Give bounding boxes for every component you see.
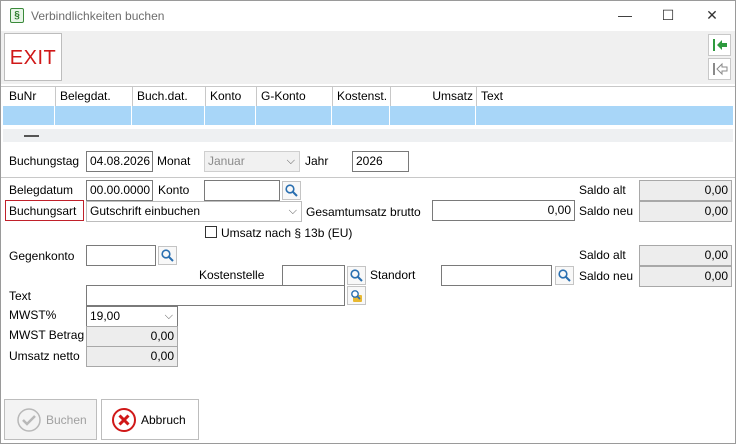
grid-cell <box>205 106 256 125</box>
col-buchdat[interactable]: Buch.dat. <box>133 87 206 107</box>
grid-selected-row[interactable] <box>3 106 733 125</box>
mwst-value: 19,00 <box>90 309 121 323</box>
mwst-betrag-label: MWST Betrag <box>9 328 85 342</box>
gegenkonto-input[interactable] <box>86 245 156 266</box>
buchungstag-label: Buchungstag <box>9 154 80 168</box>
gesamtumsatz-input[interactable]: 0,00 <box>432 200 575 221</box>
minimize-button[interactable]: — <box>603 1 647 30</box>
kostenstelle-input[interactable] <box>282 265 345 286</box>
app-icon: § <box>10 8 24 23</box>
umsatz13b-checkbox[interactable] <box>205 226 217 238</box>
mwst-betrag-value: 0,00 <box>86 326 178 347</box>
search-icon <box>558 269 571 282</box>
standort-input[interactable] <box>441 265 552 286</box>
umsatz-netto-label: Umsatz netto <box>9 349 80 363</box>
grid-header: BuNr Belegdat. Buch.dat. Konto G-Konto K… <box>1 86 735 107</box>
col-umsatz[interactable]: Umsatz <box>391 87 477 107</box>
buchen-label: Buchen <box>46 412 87 427</box>
col-text[interactable]: Text <box>477 87 735 107</box>
monat-select[interactable]: Januar ⌵ <box>204 151 300 172</box>
saldo-alt-2-value: 0,00 <box>639 245 732 266</box>
konto-label: Konto <box>158 183 190 197</box>
mwst-label: MWST% <box>9 308 57 322</box>
col-gkonto[interactable]: G-Konto <box>257 87 333 107</box>
grid-cell <box>256 106 332 125</box>
saldo-alt-2-label: Saldo alt <box>579 248 626 262</box>
search-icon <box>350 269 363 282</box>
abbruch-button[interactable]: Abbruch <box>101 399 199 440</box>
col-belegdat[interactable]: Belegdat. <box>56 87 133 107</box>
buchen-button[interactable]: Buchen <box>4 399 97 440</box>
standort-label: Standort <box>370 268 416 282</box>
grid-cell <box>132 106 205 125</box>
text-label: Text <box>9 289 32 303</box>
cancel-icon <box>112 407 136 432</box>
search-folder-icon <box>350 289 362 302</box>
abbruch-label: Abbruch <box>141 412 186 427</box>
grip-icon <box>24 135 39 137</box>
gesamtumsatz-label: Gesamtumsatz brutto <box>306 205 421 219</box>
buchungstag-input[interactable]: 04.08.2026 <box>86 151 153 172</box>
standort-search-button[interactable] <box>555 266 574 285</box>
gegenkonto-search-button[interactable] <box>158 246 177 265</box>
grid-cell <box>55 106 132 125</box>
grid-cell <box>390 106 476 125</box>
konto-search-button[interactable] <box>282 181 301 200</box>
arrow-left-outline-icon <box>712 62 727 76</box>
toolbar <box>1 31 735 84</box>
belegdatum-input[interactable]: 00.00.0000 <box>86 180 153 201</box>
gegenkonto-label: Gegenkonto <box>9 249 75 263</box>
check-icon <box>17 407 41 432</box>
jahr-label: Jahr <box>305 154 329 168</box>
maximize-button[interactable]: ☐ <box>646 1 690 30</box>
mwst-select[interactable]: 19,00 ⌵ <box>86 306 178 327</box>
umsatz13b-label: Umsatz nach § 13b (EU) <box>221 226 353 240</box>
chevron-down-icon: ⌵ <box>164 310 173 322</box>
saldo-neu-value: 0,00 <box>639 201 732 222</box>
splitter-handle[interactable] <box>3 129 733 142</box>
window-title: Verbindlichkeiten buchen <box>31 9 165 23</box>
text-input[interactable] <box>86 285 345 306</box>
kostenstelle-label: Kostenstelle <box>199 268 265 282</box>
monat-value: Januar <box>208 154 245 168</box>
jahr-input[interactable]: 2026 <box>352 151 409 172</box>
search-icon <box>161 249 174 262</box>
kostenstelle-search-button[interactable] <box>347 266 366 285</box>
text-lookup-button[interactable] <box>347 286 366 305</box>
buchungsart-select[interactable]: Gutschrift einbuchen ⌵ <box>86 201 302 222</box>
saldo-neu-2-label: Saldo neu <box>579 269 634 283</box>
saldo-neu-label: Saldo neu <box>579 204 634 218</box>
nav-prev-button[interactable] <box>708 58 731 80</box>
saldo-alt-label: Saldo alt <box>579 183 626 197</box>
konto-input[interactable] <box>204 180 280 201</box>
umsatz-netto-value: 0,00 <box>86 346 178 367</box>
grid-cell <box>332 106 390 125</box>
col-bunr[interactable]: BuNr <box>5 87 56 107</box>
saldo-neu-2-value: 0,00 <box>639 266 732 287</box>
saldo-alt-value: 0,00 <box>639 180 732 201</box>
buchungsart-label: Buchungsart <box>9 204 77 218</box>
belegdatum-label: Belegdatum <box>9 183 74 197</box>
nav-first-button[interactable] <box>708 34 731 56</box>
chevron-down-icon: ⌵ <box>288 205 297 217</box>
arrow-left-bar-icon <box>712 39 727 51</box>
col-konto[interactable]: Konto <box>206 87 257 107</box>
chevron-down-icon: ⌵ <box>286 155 295 167</box>
monat-label: Monat <box>157 154 191 168</box>
grid-cell <box>3 106 55 125</box>
search-icon <box>285 184 298 197</box>
buchungsart-value: Gutschrift einbuchen <box>90 204 201 218</box>
col-kostenst[interactable]: Kostenst. <box>333 87 391 107</box>
divider <box>1 177 735 178</box>
exit-button[interactable]: EXIT <box>4 33 62 81</box>
close-button[interactable]: ✕ <box>690 1 734 30</box>
